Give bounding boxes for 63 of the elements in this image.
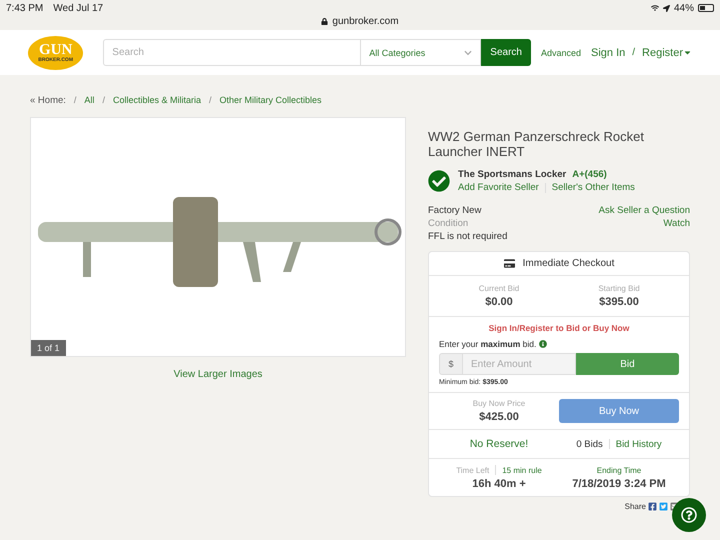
- seller-rating[interactable]: A+(456): [572, 169, 607, 180]
- verified-check-icon: [428, 170, 450, 192]
- bid-label: Starting Bid: [598, 284, 640, 293]
- view-larger-images-link[interactable]: View Larger Images: [174, 369, 262, 380]
- credit-card-icon: [504, 258, 515, 269]
- ending-time-value: 7/18/2019 3:24 PM: [572, 478, 666, 490]
- bid-button[interactable]: Bid: [576, 353, 679, 375]
- ffl-note: FFL is not required: [428, 231, 508, 242]
- condition-value: Factory New: [428, 205, 482, 216]
- bid-count: 0 Bids: [576, 438, 603, 450]
- category-dropdown[interactable]: All Categories: [361, 39, 482, 66]
- breadcrumb-link[interactable]: All: [84, 95, 94, 105]
- bid-value: $0.00: [485, 296, 513, 308]
- amount-field[interactable]: Enter Amount: [463, 353, 576, 375]
- buy-now-label: Buy Now Price: [472, 399, 526, 408]
- share-label: Share: [624, 502, 646, 511]
- breadcrumb-home: « Home:: [30, 94, 66, 106]
- fifteen-min-rule-link[interactable]: 15 min rule: [502, 466, 542, 474]
- sign-in-link[interactable]: Sign In: [591, 46, 626, 58]
- status-time: 7:43 PM: [6, 2, 44, 14]
- sign-in-notice[interactable]: Sign In/Register to Bid or Buy Now: [488, 323, 630, 333]
- time-left-value: 16h 40m +: [472, 478, 526, 490]
- bid-value: $395.00: [599, 296, 639, 308]
- breadcrumb-separator: /: [208, 95, 212, 105]
- info-icon: [539, 340, 548, 348]
- buy-now-price: $425.00: [479, 411, 519, 423]
- help-button[interactable]: [672, 498, 706, 532]
- search-field[interactable]: Search: [103, 39, 362, 66]
- checkout-title: Immediate Checkout: [522, 258, 614, 269]
- status-date: Wed Jul 17: [53, 2, 104, 14]
- chevron-down-icon: [464, 48, 472, 56]
- lock-icon: [321, 18, 328, 25]
- breadcrumb-separator: /: [102, 95, 105, 105]
- currency-symbol: $: [439, 353, 463, 375]
- bid-label: Current Bid: [478, 284, 520, 293]
- wifi-icon: [650, 4, 659, 12]
- nav-separator: /: [632, 47, 636, 58]
- help-icon: [681, 507, 697, 523]
- ending-time-label: Ending Time: [596, 466, 642, 474]
- add-favorite-seller-link[interactable]: Add Favorite Seller: [458, 182, 539, 193]
- condition-label: Condition: [428, 218, 470, 229]
- location-icon: [662, 4, 670, 12]
- register-link[interactable]: Register: [642, 46, 692, 58]
- address-url[interactable]: gunbroker.com: [332, 16, 399, 27]
- seller-other-items-link[interactable]: Seller's Other Items: [552, 182, 635, 193]
- bid-history-link[interactable]: Bid History: [616, 438, 662, 450]
- watch-link[interactable]: Watch: [663, 218, 690, 229]
- breadcrumb-link[interactable]: Collectibles & Militaria: [112, 95, 201, 105]
- item-title: WW2 German Panzerschreck Rocket Launcher INERT: [428, 129, 646, 159]
- seller-name: The Sportsmans Locker: [458, 169, 566, 180]
- battery-icon: [698, 4, 714, 12]
- bid-prompt: Enter your maximum bid.: [439, 339, 536, 349]
- image-counter: 1 of 1: [31, 340, 66, 356]
- ask-seller-link[interactable]: Ask Seller a Question: [598, 205, 690, 216]
- breadcrumb-separator: /: [74, 95, 76, 105]
- time-left-label: Time Left: [456, 466, 490, 474]
- facebook-icon[interactable]: [648, 502, 657, 511]
- breadcrumb-link[interactable]: Other Military Collectibles: [220, 95, 322, 105]
- search-button[interactable]: Search: [481, 39, 531, 66]
- advanced-link[interactable]: Advanced: [540, 48, 581, 58]
- battery-percent: 44%: [674, 2, 694, 14]
- no-reserve-label: No Reserve!: [470, 438, 528, 450]
- buy-now-button[interactable]: Buy Now: [559, 399, 679, 423]
